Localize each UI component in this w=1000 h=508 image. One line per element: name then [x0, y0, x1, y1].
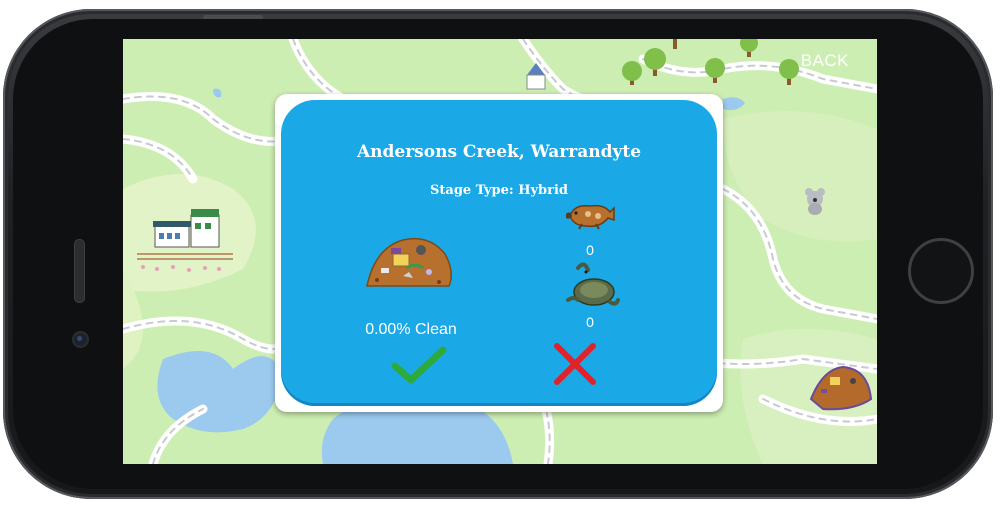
- back-button[interactable]: BACK: [801, 51, 849, 71]
- stage-dialog: Andersons Creek, Warrandyte Stage Type: …: [275, 94, 723, 412]
- stage-type-label: Stage Type: Hybrid: [430, 183, 568, 198]
- reject-button[interactable]: [551, 340, 599, 388]
- location-title: Andersons Creek, Warrandyte: [356, 142, 642, 162]
- accept-button[interactable]: [391, 344, 447, 386]
- check-icon: [391, 346, 447, 384]
- turtle-count: 0: [586, 314, 594, 330]
- front-camera: [72, 331, 89, 348]
- platypus-icon: [566, 204, 615, 230]
- speaker-grille: [74, 239, 85, 303]
- dialog-panel: Andersons Creek, Warrandyte Stage Type: …: [281, 100, 717, 406]
- cross-icon: [554, 343, 596, 385]
- clean-percentage: 0.00% Clean: [365, 321, 457, 338]
- trash-pile-icon: [366, 237, 452, 287]
- home-button[interactable]: [908, 238, 974, 304]
- game-screen: BACK Andersons Creek, Warrandyte Stage T…: [123, 39, 877, 464]
- platypus-count: 0: [586, 242, 594, 258]
- turtle-icon: [566, 262, 620, 306]
